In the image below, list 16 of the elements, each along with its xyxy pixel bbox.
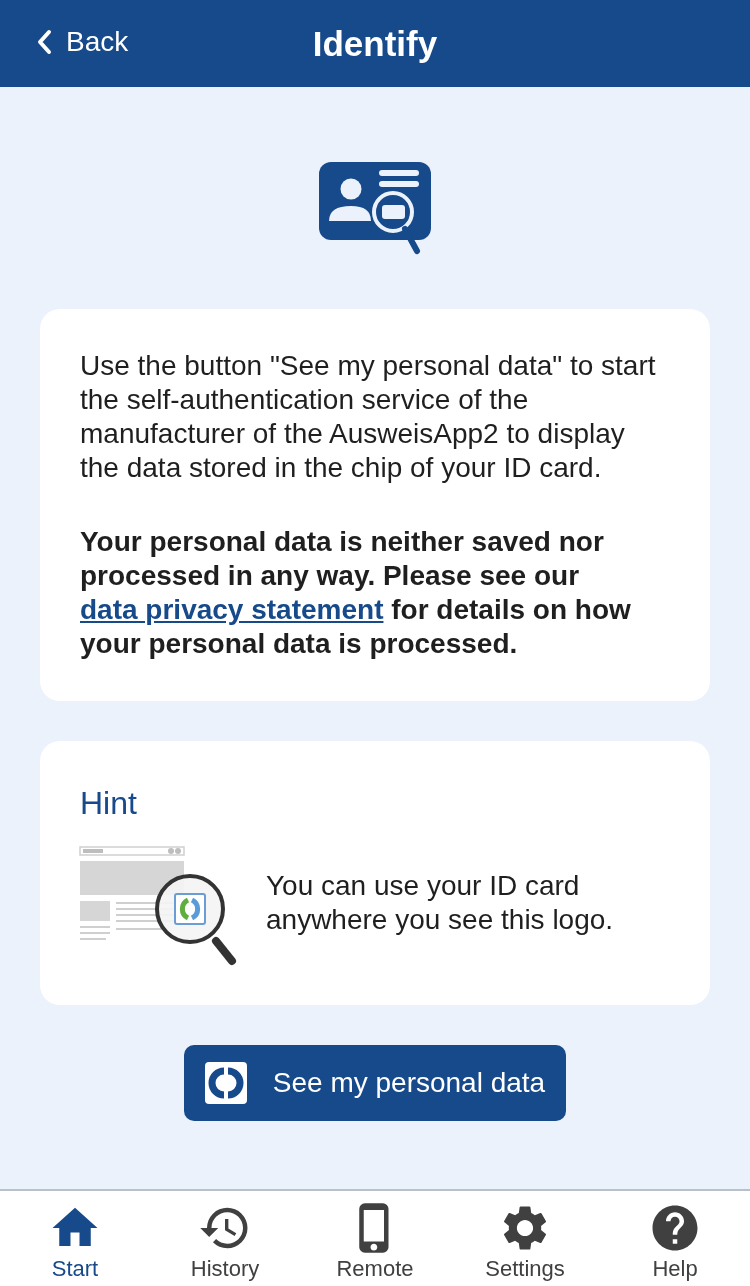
back-chevron-icon [36,29,52,55]
nav-tab[interactable]: Remote [300,1191,450,1286]
see-personal-data-button[interactable]: See my personal data [183,1045,567,1121]
hint-title: Hint [80,784,138,823]
nav-tab[interactable]: Settings [450,1191,600,1286]
nav-tab[interactable]: Start [0,1191,150,1286]
privacy-statement-link[interactable]: data privacy statement [80,594,384,625]
nav-tab[interactable]: History [150,1191,300,1286]
id-card-search-icon [319,162,431,256]
page-title: Identify [312,23,438,64]
hint-text: You can use your ID card anywhere you see this logo. [266,869,615,937]
privacy-notice: Your personal data is neither saved nor processed in any way. Please see our data privacy statement for details on how your personal data is processed. [80,525,632,661]
back-button[interactable]: Back [36,22,129,62]
info-paragraph: Use the button "See my personal data" to start the self-authentication service of the manufacturer of the AusweisApp2 to display the data stored in the chip of your ID card. [80,349,657,485]
logo-icon [204,1062,247,1104]
nav-tab[interactable]: Help [600,1191,750,1286]
